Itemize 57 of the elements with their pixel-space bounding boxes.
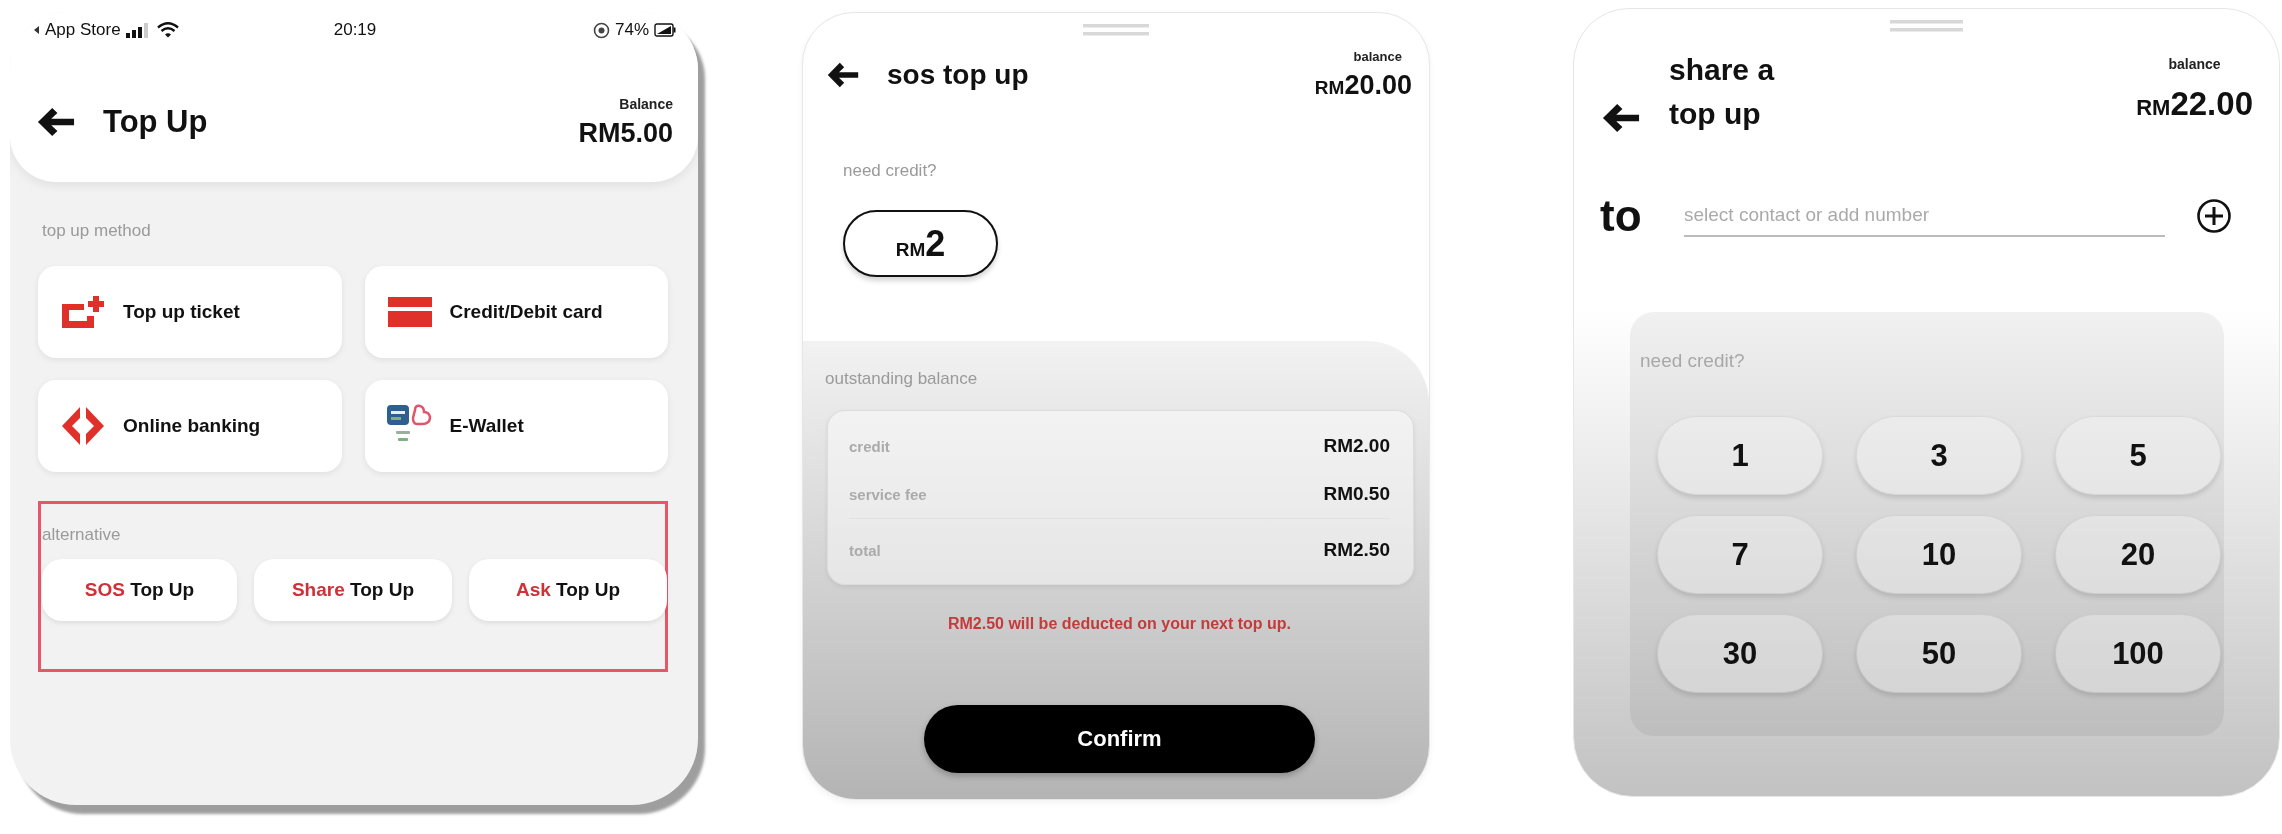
section-label: need credit? xyxy=(843,161,938,181)
card-icon xyxy=(387,297,432,327)
screen-title: sos top up xyxy=(887,59,1029,91)
credit-amount-button[interactable]: 100 xyxy=(2055,614,2221,693)
alternative-option-button[interactable]: Share Top Up xyxy=(254,559,452,621)
balance-amount: RM20.00 xyxy=(1314,70,1412,101)
section-label: need credit? xyxy=(1640,350,1746,372)
screen-title: Top Up xyxy=(103,104,208,140)
confirm-button[interactable]: Confirm xyxy=(924,705,1315,773)
credit-amount-button[interactable]: 7 xyxy=(1657,515,1823,594)
credit-amount-button[interactable]: 5 xyxy=(2055,416,2221,495)
status-back-label[interactable]: App Store xyxy=(45,20,121,40)
battery-percent: 74% xyxy=(614,20,649,40)
credit-amount-button[interactable]: RM2 xyxy=(843,210,998,277)
credit-amount-button[interactable]: 10 xyxy=(1856,515,2022,594)
method-card[interactable]: Credit/Debit card xyxy=(364,266,668,358)
status-time: 20:19 xyxy=(333,20,377,40)
balance-label: balance xyxy=(1353,49,1402,64)
add-icon[interactable] xyxy=(2197,199,2231,233)
credit-amount-button[interactable]: 1 xyxy=(1657,416,1823,495)
alternative-option-button[interactable]: Ask Top Up xyxy=(469,559,667,621)
recipient-label: to xyxy=(1600,191,1643,241)
summary-value: RM2.50 xyxy=(1323,539,1390,561)
diamond-icon xyxy=(61,406,105,446)
section-label: top up method xyxy=(42,221,152,241)
section-label: outstanding balance xyxy=(825,369,979,389)
credit-amount-button[interactable]: 30 xyxy=(1657,614,1823,693)
summary-label: total xyxy=(849,541,881,559)
back-chevron-icon[interactable] xyxy=(34,26,40,34)
drag-handle[interactable] xyxy=(1083,24,1149,36)
alternative-option-button[interactable]: SOS Top Up xyxy=(42,559,237,621)
balance-label: Balance xyxy=(619,95,673,112)
back-arrow-icon[interactable] xyxy=(37,107,75,137)
back-arrow-icon[interactable] xyxy=(827,62,859,88)
credit-amount-button[interactable]: 50 xyxy=(1856,614,2022,693)
screen-title: share a top up xyxy=(1669,52,1776,132)
contact-input[interactable]: select contact or add number xyxy=(1684,195,2165,237)
balance-amount: RM5.00 xyxy=(578,117,673,149)
balance-amount: RM22.00 xyxy=(2136,85,2253,123)
method-card[interactable]: Online banking xyxy=(38,380,342,472)
wifi-icon xyxy=(156,22,179,38)
back-arrow-icon[interactable] xyxy=(1602,103,1640,133)
drag-handle[interactable] xyxy=(1890,20,1963,32)
rotation-lock-icon xyxy=(592,21,610,39)
balance-label: balance xyxy=(2168,56,2221,72)
credit-amount-button[interactable]: 3 xyxy=(1856,416,2022,495)
summary-value: RM2.00 xyxy=(1323,435,1390,457)
battery-icon xyxy=(654,23,676,37)
summary-label: credit xyxy=(849,437,890,455)
deduction-note: RM2.50 will be deducted on your next top up. xyxy=(946,614,1293,634)
credit-amount-button[interactable]: 20 xyxy=(2055,515,2221,594)
method-card[interactable]: E-Wallet xyxy=(364,380,668,472)
ticket-plus-icon xyxy=(60,295,106,329)
summary-value: RM0.50 xyxy=(1323,483,1390,505)
summary-label: service fee xyxy=(849,485,927,503)
section-label: alternative xyxy=(42,525,122,545)
method-card[interactable]: Top up ticket xyxy=(38,266,342,358)
